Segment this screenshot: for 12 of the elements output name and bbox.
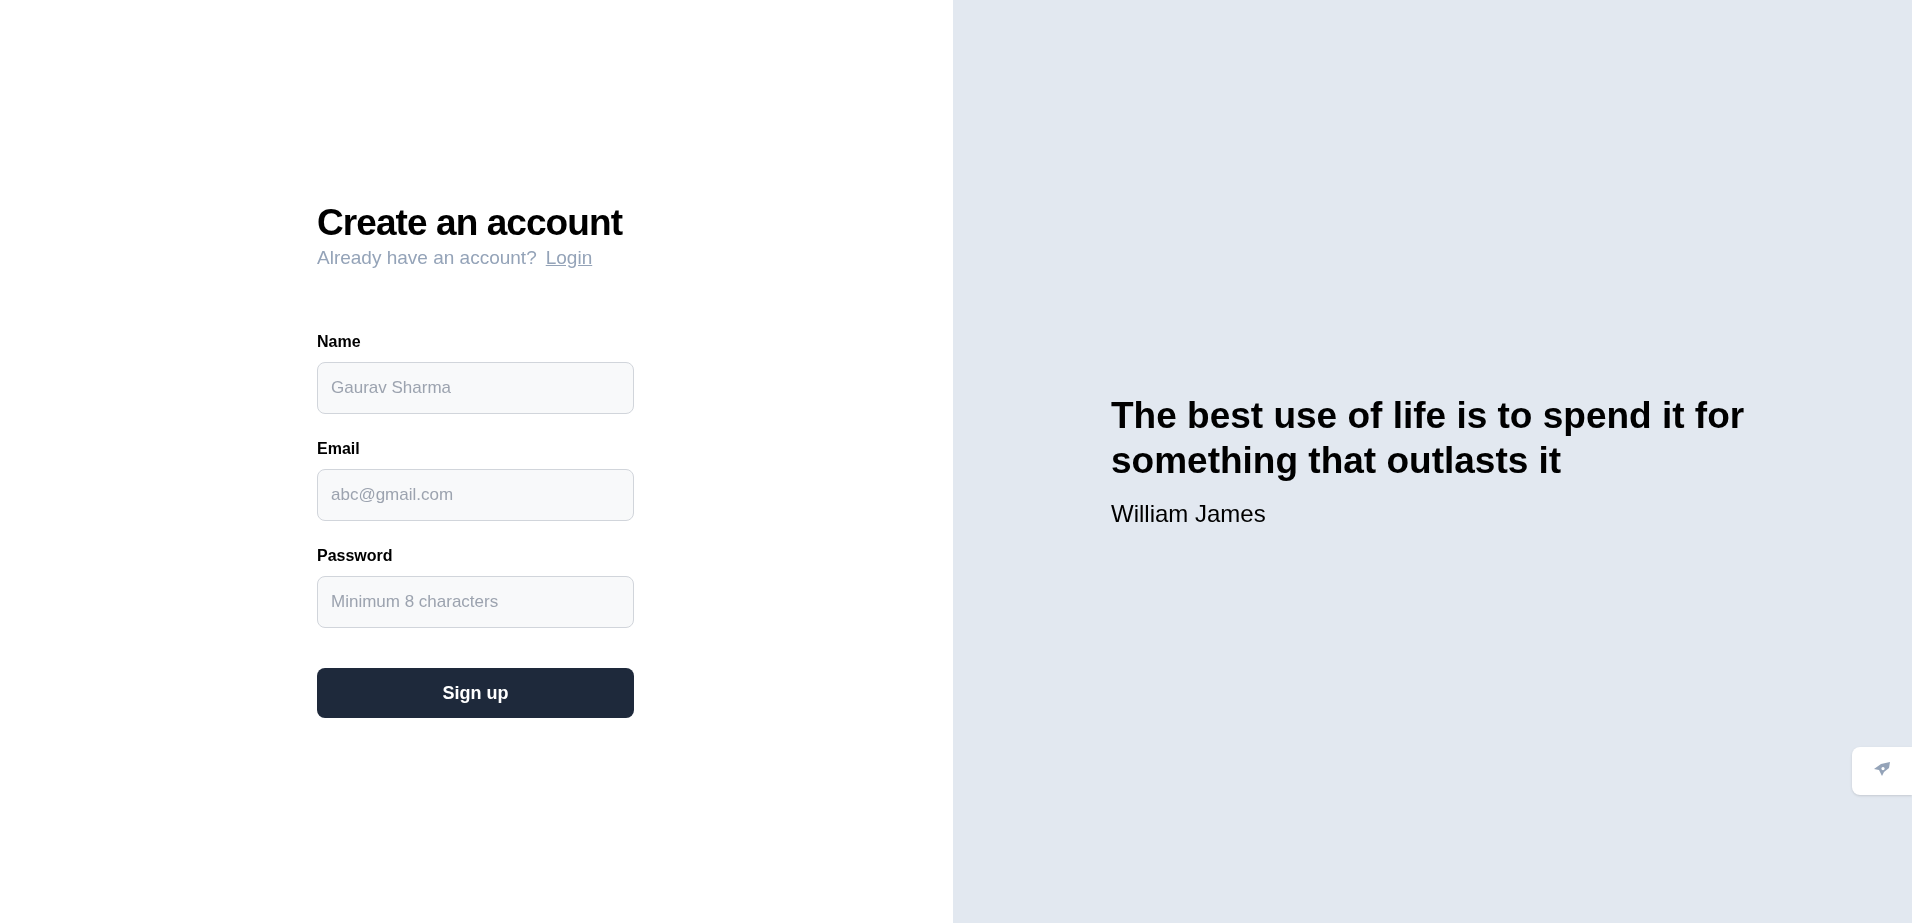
page-title: Create an account — [317, 201, 624, 245]
quote-text: The best use of life is to spend it for something that outlasts it — [1111, 394, 1746, 483]
input-field[interactable]: abc@gmail.com — [317, 469, 634, 521]
sign-up-button[interactable]: Sign up — [317, 668, 634, 718]
subtitle: Already have an account? — [317, 246, 537, 270]
input-field[interactable]: Minimum 8 characters — [317, 576, 634, 628]
quote-author: William James — [1111, 499, 1267, 529]
field-label: Password — [317, 546, 394, 566]
field-label: Name — [317, 332, 362, 352]
field-label: Email — [317, 439, 361, 459]
input-field[interactable]: Gaurav Sharma — [317, 362, 634, 414]
rocket-button[interactable] — [1852, 747, 1912, 795]
